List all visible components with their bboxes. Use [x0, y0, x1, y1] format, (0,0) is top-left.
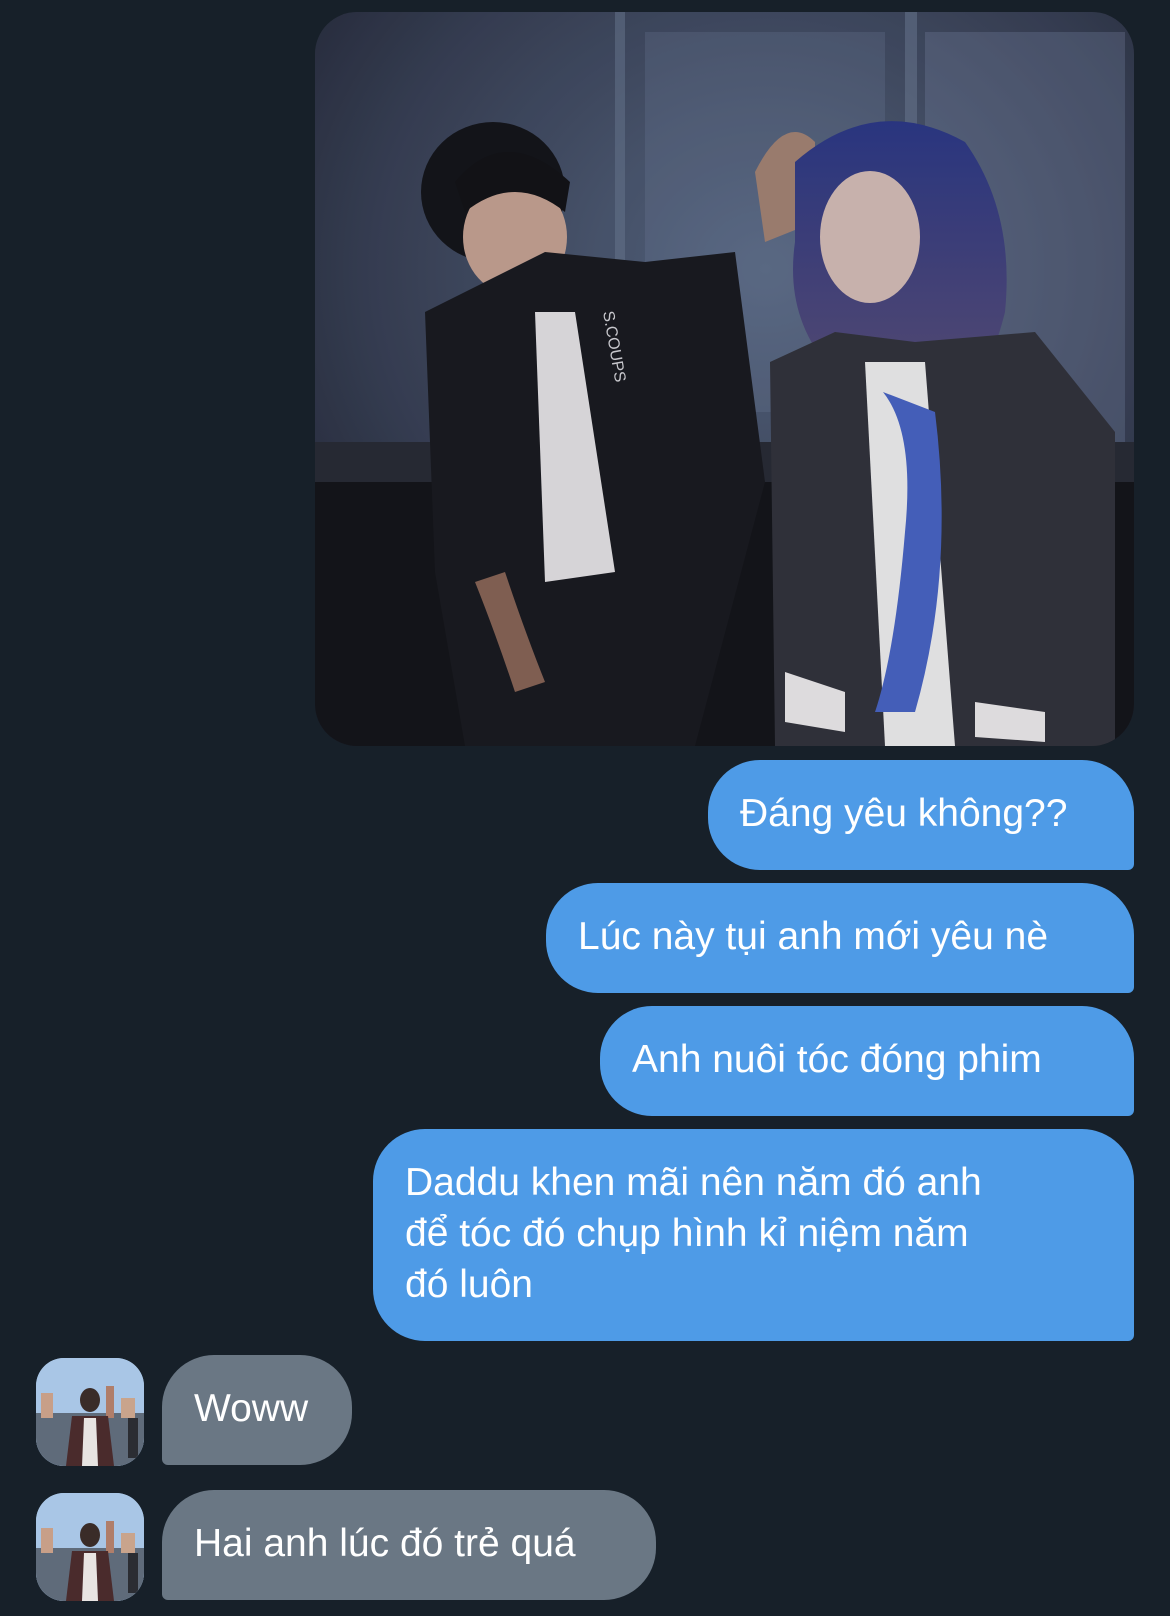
incoming-message[interactable]: Hai anh lúc đó trẻ quá	[162, 1490, 656, 1600]
sender-avatar[interactable]	[36, 1358, 144, 1466]
outgoing-message[interactable]: Lúc này tụi anh mới yêu nè	[546, 883, 1134, 993]
shared-photo-message[interactable]: S.COUPS	[315, 12, 1134, 746]
sender-avatar[interactable]	[36, 1493, 144, 1601]
avatar-image	[36, 1358, 144, 1466]
incoming-message[interactable]: Woww	[162, 1355, 352, 1465]
outgoing-message[interactable]: Đáng yêu không??	[708, 760, 1134, 870]
photo-image: S.COUPS	[315, 12, 1134, 746]
avatar-image	[36, 1493, 144, 1601]
outgoing-message[interactable]: Daddu khen mãi nên năm đó anh để tóc đó …	[373, 1129, 1134, 1341]
outgoing-message[interactable]: Anh nuôi tóc đóng phim	[600, 1006, 1134, 1116]
chat-thread: S.COUPS Đáng yêu không?? Lúc này tụi anh…	[0, 0, 1170, 1616]
